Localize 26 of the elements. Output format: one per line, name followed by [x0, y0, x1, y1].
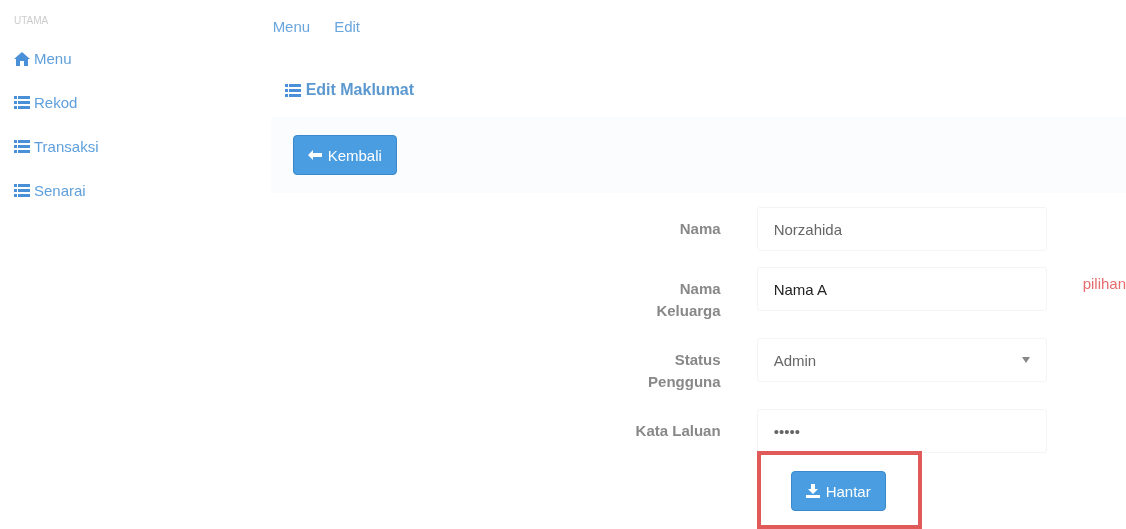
input-field[interactable]: Norzahida [756, 207, 1047, 251]
download-icon [805, 484, 820, 498]
password-field[interactable]: ••••• [756, 409, 1047, 453]
input-field[interactable]: Nama A [756, 267, 1047, 311]
arrow-left-icon [307, 150, 322, 160]
optional-note: pilihan [1082, 274, 1126, 292]
breadcrumb-link[interactable]: Edit [334, 18, 360, 35]
field-label: Kata Laluan [635, 421, 721, 441]
dropdown-caret-icon [1021, 357, 1030, 363]
home-icon [14, 51, 30, 66]
sidebar-item[interactable]: Rekod [14, 94, 78, 111]
field-label: Status Pengguna [647, 350, 721, 392]
field-label: Nama [679, 219, 721, 239]
submit-button[interactable]: Hantar [790, 471, 886, 511]
status-dropdown[interactable]: Admin [756, 338, 1047, 382]
back-button[interactable]: Kembali [292, 135, 397, 175]
list-icon [14, 140, 30, 153]
sidebar-item[interactable]: Transaksi [14, 138, 99, 155]
list-icon [14, 96, 30, 109]
list-icon [284, 83, 301, 97]
breadcrumb-link[interactable]: Menu [272, 18, 311, 35]
list-icon [14, 184, 30, 197]
sidebar-item[interactable]: Menu [14, 50, 72, 67]
sidebar-item[interactable]: Senarai [14, 182, 86, 199]
page-title: Edit Maklumat [305, 81, 415, 99]
field-label: Nama Keluarga [655, 279, 721, 321]
